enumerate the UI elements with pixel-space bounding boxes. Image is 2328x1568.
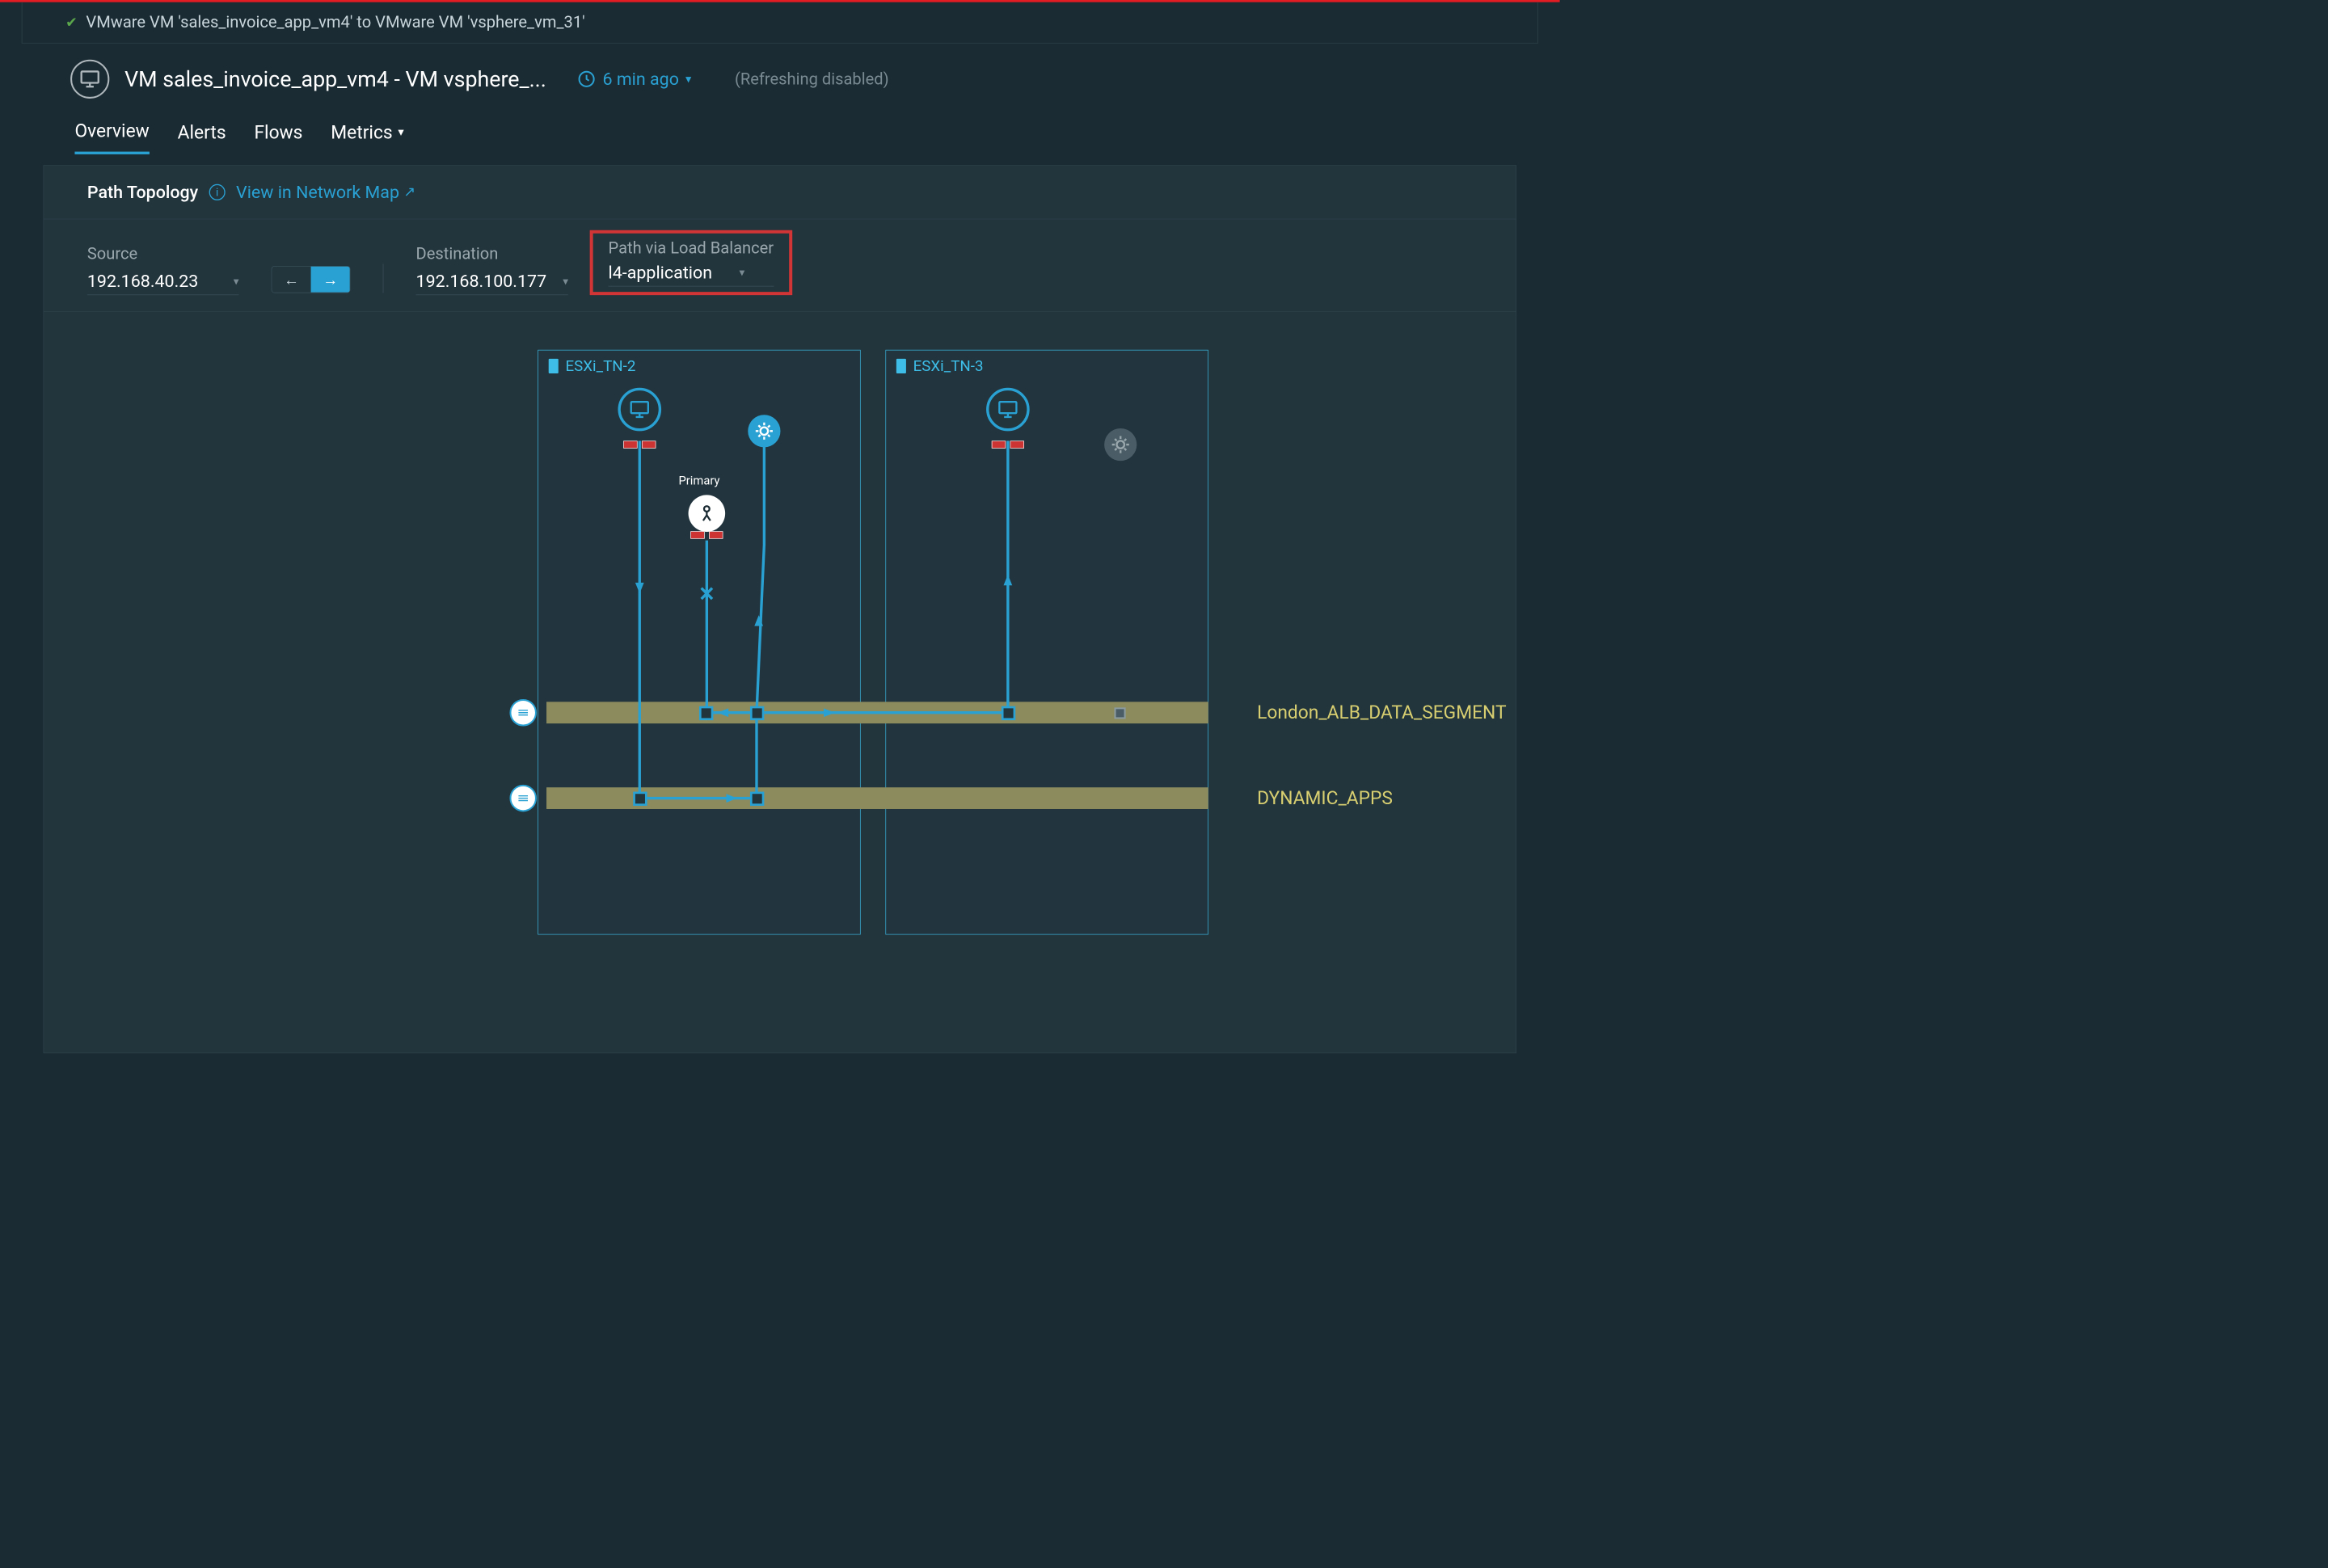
- refresh-status: (Refreshing disabled): [735, 70, 889, 88]
- segment-label-2: DYNAMIC_APPS: [1257, 787, 1393, 809]
- page-title: VM sales_invoice_app_vm4 - VM vsphere_..…: [124, 66, 546, 91]
- load-balancer-node-active[interactable]: [748, 415, 780, 447]
- nic-icon: [690, 531, 723, 540]
- external-link-icon: ↗: [403, 184, 415, 200]
- source-label: Source: [87, 244, 239, 263]
- content-panel: Path Topology i View in Network Map ↗ So…: [44, 165, 1516, 1053]
- destination-label: Destination: [416, 244, 568, 263]
- chevron-down-icon: ▾: [740, 266, 745, 279]
- segment-icon[interactable]: [509, 699, 537, 727]
- host-box-1[interactable]: ESXi_TN-2: [538, 350, 860, 935]
- source-dropdown[interactable]: 192.168.40.23 ▾: [87, 268, 239, 295]
- load-balancer-dropdown[interactable]: l4-application ▾: [609, 259, 774, 286]
- chevron-down-icon: ▾: [685, 72, 691, 86]
- chevron-down-icon: ▾: [234, 275, 239, 288]
- vm-node-source[interactable]: [618, 388, 661, 432]
- load-balancer-label: Path via Load Balancer: [609, 238, 774, 257]
- host-name-1: ESXi_TN-2: [565, 357, 635, 375]
- vertical-separator: [383, 263, 384, 293]
- timestamp-dropdown[interactable]: 6 min ago ▾: [576, 69, 691, 89]
- direction-toggle: ← →: [272, 266, 351, 293]
- breadcrumb: ✔ VMware VM 'sales_invoice_app_vm4' to V…: [22, 2, 1538, 44]
- destination-dropdown[interactable]: 192.168.100.177 ▾: [416, 268, 568, 295]
- service-engine-primary-node[interactable]: [689, 495, 726, 532]
- breadcrumb-text: VMware VM 'sales_invoice_app_vm4' to VMw…: [86, 13, 584, 32]
- chevron-down-icon: ▾: [563, 275, 568, 288]
- source-field: Source 192.168.40.23 ▾: [87, 244, 239, 295]
- host-box-2[interactable]: ESXi_TN-3: [885, 350, 1208, 935]
- panel-header: Path Topology i View in Network Map ↗: [44, 166, 1516, 219]
- tab-flows[interactable]: Flows: [254, 120, 302, 154]
- host-icon: [895, 358, 908, 374]
- tab-metrics[interactable]: Metrics▾: [331, 120, 403, 154]
- primary-label: Primary: [679, 474, 720, 488]
- load-balancer-field-highlighted: Path via Load Balancer l4-application ▾: [590, 230, 792, 295]
- tab-alerts[interactable]: Alerts: [178, 120, 226, 154]
- tab-overview[interactable]: Overview: [74, 120, 149, 154]
- direction-right-button[interactable]: →: [311, 267, 350, 293]
- segment-icon[interactable]: [509, 785, 537, 812]
- checkmark-icon: ✔: [65, 15, 78, 31]
- topology-diagram: ESXi_TN-2 ESXi_TN-3 London_ALB_DATA_SEGM…: [44, 334, 1516, 984]
- page-header: VM sales_invoice_app_vm4 - VM vsphere_..…: [0, 44, 1560, 104]
- tab-bar: Overview Alerts Flows Metrics▾: [0, 104, 1560, 154]
- segment-label-1: London_ALB_DATA_SEGMENT: [1257, 702, 1506, 723]
- load-balancer-node-inactive[interactable]: [1104, 428, 1137, 461]
- nic-icon: [992, 440, 1024, 449]
- info-icon[interactable]: i: [209, 184, 226, 200]
- vm-icon: [70, 60, 109, 99]
- panel-title: Path Topology: [87, 182, 198, 202]
- clock-icon: [576, 70, 596, 89]
- vm-node-destination[interactable]: [986, 388, 1030, 432]
- segment-band-2: [546, 787, 1208, 809]
- destination-field: Destination 192.168.100.177 ▾: [416, 244, 568, 295]
- nic-icon: [623, 440, 656, 449]
- time-ago-text: 6 min ago: [602, 69, 678, 89]
- host-icon: [547, 358, 560, 374]
- host-name-2: ESXi_TN-3: [913, 357, 984, 375]
- controls-row: Source 192.168.40.23 ▾ ← → Destination 1…: [44, 219, 1516, 312]
- view-network-map-link[interactable]: View in Network Map ↗: [236, 182, 415, 202]
- segment-band-1: [546, 702, 1208, 723]
- direction-left-button[interactable]: ←: [272, 267, 310, 293]
